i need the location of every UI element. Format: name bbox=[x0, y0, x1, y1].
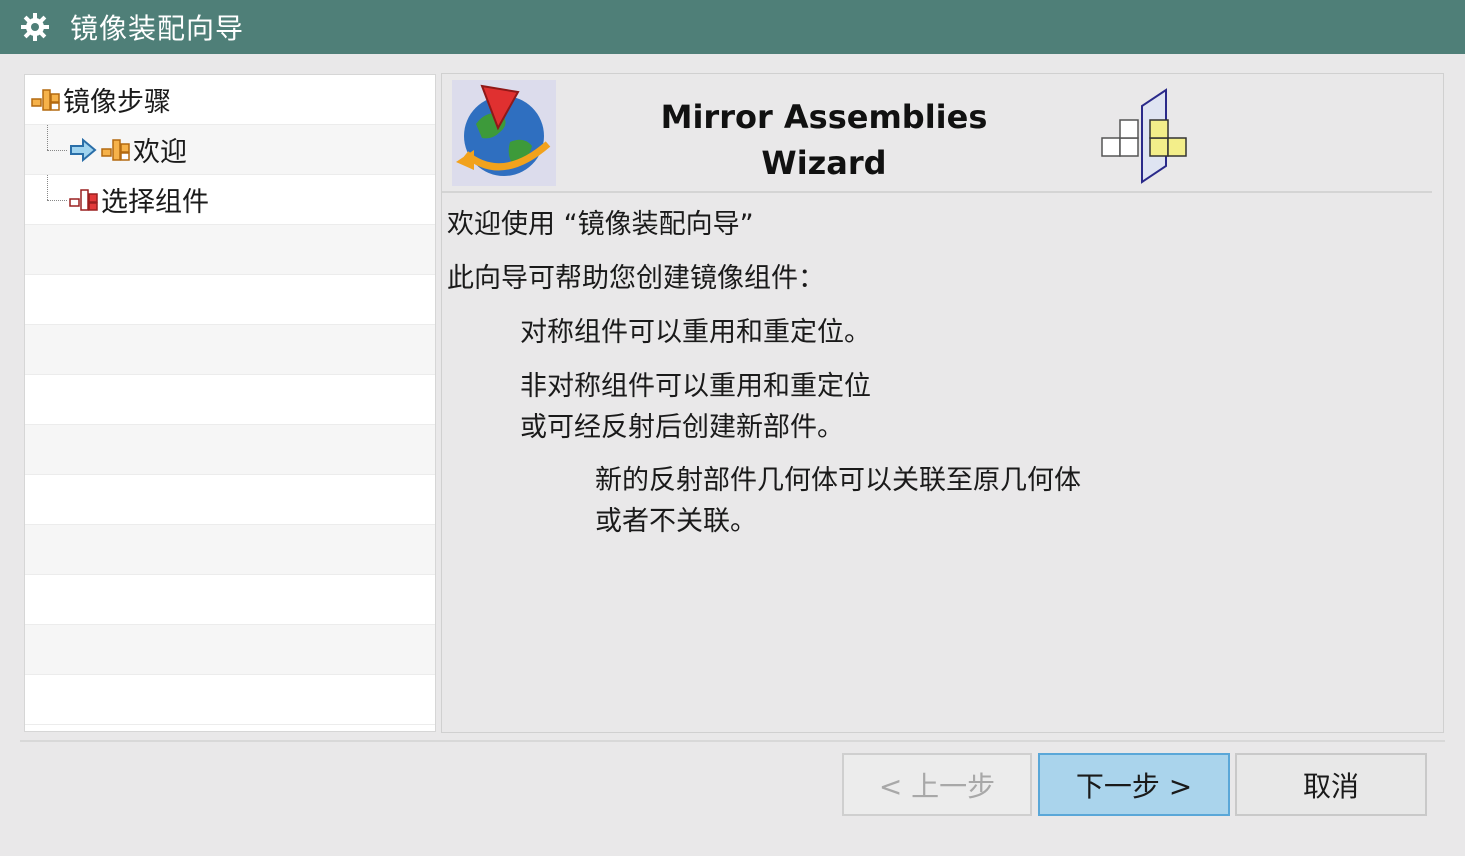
welcome-text: 欢迎使用 “镜像装配向导” bbox=[447, 209, 754, 240]
association-text-line2: 或者不关联。 bbox=[595, 506, 757, 537]
tree-empty-row bbox=[25, 525, 435, 575]
tree-empty-row bbox=[25, 425, 435, 475]
back-button[interactable]: < 上一步 bbox=[842, 753, 1032, 816]
footer-divider bbox=[20, 740, 1445, 742]
wizard-title-line2: Wizard bbox=[761, 144, 887, 182]
tree-guide-line bbox=[47, 175, 48, 200]
tree-item-label: 选择组件 bbox=[101, 187, 209, 218]
wizard-title-line1: Mirror Assemblies bbox=[660, 98, 988, 136]
tree-empty-row bbox=[25, 475, 435, 525]
assembly-icon bbox=[101, 138, 130, 161]
wizard-content-panel: Mirror Assemblies Wizard 欢迎使用 “镜像装配向导” 此… bbox=[441, 73, 1444, 733]
tree-item-select-components[interactable]: 选择组件 bbox=[25, 175, 435, 225]
wizard-title: Mirror Assemblies Wizard bbox=[612, 94, 1036, 186]
tree-empty-row bbox=[25, 325, 435, 375]
current-step-arrow-icon bbox=[70, 137, 97, 162]
title-bar: 镜像装配向导 bbox=[0, 0, 1465, 54]
tree-empty-row bbox=[25, 225, 435, 275]
banner-divider bbox=[442, 191, 1432, 193]
globe-icon bbox=[452, 80, 556, 186]
next-button[interactable]: 下一步 > bbox=[1038, 753, 1230, 816]
gear-icon bbox=[21, 13, 49, 41]
intro-text: 此向导可帮助您创建镜像组件： bbox=[447, 263, 825, 294]
cancel-button[interactable]: 取消 bbox=[1235, 753, 1427, 816]
steps-tree[interactable]: 镜像步骤 欢迎 选择组件 bbox=[24, 74, 436, 732]
tree-empty-row bbox=[25, 625, 435, 675]
window-title: 镜像装配向导 bbox=[70, 12, 245, 45]
tree-item-label: 欢迎 bbox=[133, 137, 187, 168]
asymmetric-text-line2: 或可经反射后创建新部件。 bbox=[520, 412, 844, 443]
tree-guide-line bbox=[47, 125, 48, 150]
tree-guide-line bbox=[47, 150, 67, 151]
symmetric-text: 对称组件可以重用和重定位。 bbox=[520, 317, 871, 348]
component-select-icon bbox=[69, 188, 98, 211]
tree-root[interactable]: 镜像步骤 bbox=[25, 75, 435, 125]
tree-guide-line bbox=[47, 200, 67, 201]
mirror-assembly-icon bbox=[1101, 88, 1187, 184]
wizard-banner: Mirror Assemblies Wizard bbox=[442, 74, 1443, 193]
tree-empty-row bbox=[25, 675, 435, 725]
tree-item-welcome[interactable]: 欢迎 bbox=[25, 125, 435, 175]
assembly-icon bbox=[31, 88, 60, 111]
tree-empty-row bbox=[25, 275, 435, 325]
tree-root-label: 镜像步骤 bbox=[63, 87, 171, 118]
tree-empty-row bbox=[25, 375, 435, 425]
tree-empty-row bbox=[25, 575, 435, 625]
asymmetric-text-line1: 非对称组件可以重用和重定位 bbox=[520, 371, 871, 402]
association-text-line1: 新的反射部件几何体可以关联至原几何体 bbox=[595, 465, 1081, 496]
